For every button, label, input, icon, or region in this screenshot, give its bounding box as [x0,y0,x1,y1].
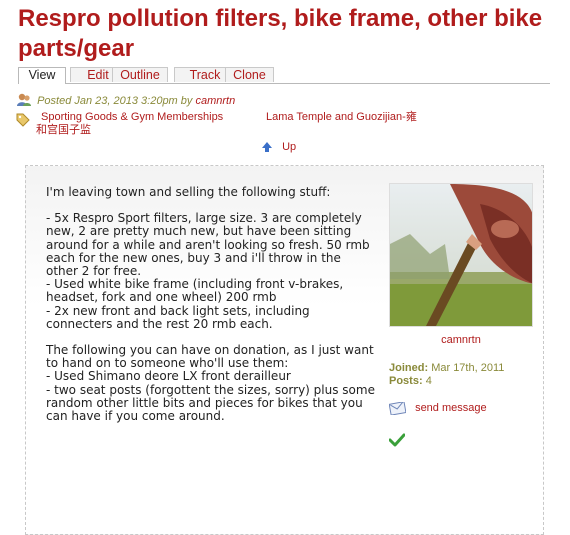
up-link[interactable]: Up [261,141,296,156]
check-icon [388,432,406,451]
up-label: Up [282,141,297,153]
tag-link[interactable]: 和宫国子监 [36,124,91,137]
post-paragraph: The following you can have on donation, … [46,343,375,424]
tag-link[interactable]: Sporting Goods & Gym Memberships [41,111,223,124]
tab-view[interactable]: View [18,67,66,84]
posts-label: Posts: [389,375,423,387]
user-icon [16,93,32,110]
tab-bar: View Edit Outline Track Clone [18,67,550,84]
post-paragraph: - 5x Respro Sport filters, large size. 3… [46,211,370,331]
username-link[interactable]: camnrtn [389,334,533,346]
post-body: I'm leaving town and selling the followi… [46,185,376,436]
send-message-label: send message [415,402,487,414]
joined-value: Mar 17th, 2011 [431,362,505,374]
envelope-icon [388,401,415,416]
post-meta: Posted Jan 23, 2013 3:20pm by camnrtn [16,93,235,110]
author-link[interactable]: camnrtn [195,95,235,107]
posts-value: 4 [425,375,432,387]
tab-clone[interactable]: Clone [225,67,274,82]
posted-text: Posted Jan 23, 2013 3:20pm by [37,95,193,107]
tab-outline[interactable]: Outline [112,67,168,82]
joined-label: Joined: [389,362,429,374]
up-arrow-icon [261,141,273,156]
send-message-link[interactable]: send message [388,401,487,416]
user-stats: Joined: Mar 17th, 2011 Posts: 4 [389,362,504,388]
tag-icon [16,113,30,131]
avatar[interactable] [389,183,533,327]
tag-link[interactable]: Lama Temple and Guozijian-雍 [266,111,417,124]
page-title: Respro pollution filters, bike frame, ot… [18,5,543,62]
post-paragraph: I'm leaving town and selling the followi… [46,185,331,199]
